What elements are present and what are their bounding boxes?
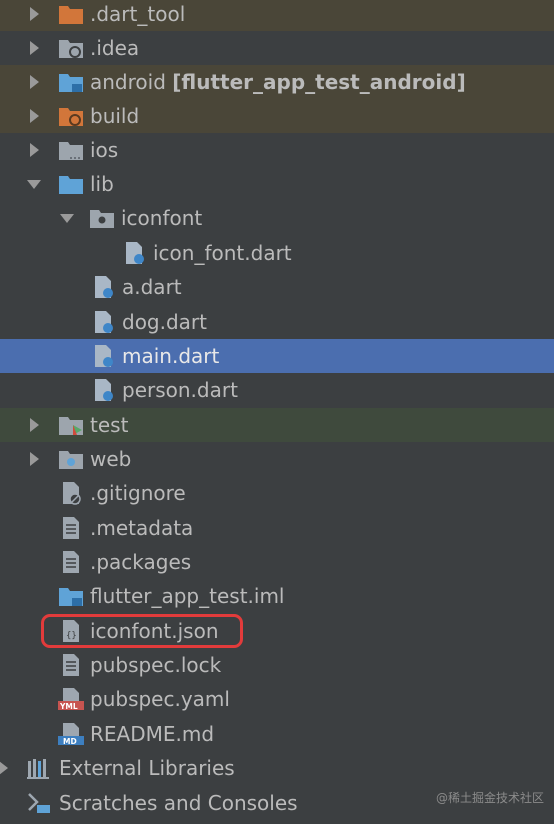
- tree-item-gitignore[interactable]: .gitignore: [0, 476, 554, 510]
- expand-arrow-icon[interactable]: [0, 759, 12, 777]
- expand-arrow-icon[interactable]: [25, 107, 43, 125]
- expand-arrow-icon[interactable]: [25, 5, 43, 23]
- tree-item-metadata[interactable]: .metadata: [0, 511, 554, 545]
- folder-module-icon: [58, 70, 84, 94]
- tree-item-label: .packages: [90, 550, 192, 574]
- expand-arrow-icon[interactable]: [25, 450, 43, 468]
- text-file-icon: [58, 516, 84, 540]
- tree-item-iconfont-folder[interactable]: iconfont: [0, 201, 554, 235]
- tree-item-test[interactable]: test: [0, 408, 554, 442]
- tree-item-lib[interactable]: lib: [0, 167, 554, 201]
- tree-item-label: lib: [90, 172, 114, 196]
- libraries-icon: [26, 756, 52, 780]
- package-folder-icon: [89, 206, 115, 230]
- tree-item-label: Scratches and Consoles: [59, 791, 298, 815]
- tree-item-idea[interactable]: .idea: [0, 31, 554, 65]
- text-file-icon: [58, 550, 84, 574]
- tree-item-a-dart[interactable]: a.dart: [0, 270, 554, 304]
- md-badge: MD: [63, 737, 77, 746]
- tree-item-main-dart[interactable]: main.dart: [0, 339, 554, 373]
- dart-file-icon: [90, 344, 116, 368]
- tree-item-label: External Libraries: [59, 756, 235, 780]
- tree-item-label: .gitignore: [90, 481, 186, 505]
- tree-item-label: pubspec.lock: [90, 653, 222, 677]
- folder-config-icon: [58, 36, 84, 60]
- folder-test-icon: [58, 413, 84, 437]
- tree-item-label: pubspec.yaml: [90, 687, 230, 711]
- collapse-arrow-icon[interactable]: [58, 209, 76, 227]
- tree-item-label: build: [90, 104, 140, 128]
- ignore-file-icon: [58, 481, 84, 505]
- yaml-file-icon: YML: [58, 687, 84, 711]
- tree-item-pubspec-lock[interactable]: pubspec.lock: [0, 648, 554, 682]
- dart-file-icon: [90, 378, 116, 402]
- tree-item-label: .dart_tool: [90, 2, 186, 26]
- tree-item-web[interactable]: web: [0, 442, 554, 476]
- module-file-icon: [58, 584, 84, 608]
- tree-item-label: test: [90, 413, 129, 437]
- tree-item-label: a.dart: [122, 275, 182, 299]
- tree-item-label: dog.dart: [122, 310, 207, 334]
- scratches-icon: [26, 791, 52, 815]
- text-file-icon: [58, 653, 84, 677]
- tree-item-iml[interactable]: flutter_app_test.iml: [0, 579, 554, 613]
- tree-item-person-dart[interactable]: person.dart: [0, 373, 554, 407]
- tree-item-label: .idea: [90, 36, 140, 60]
- tree-item-icon-font-dart[interactable]: icon_font.dart: [0, 236, 554, 270]
- expand-arrow-icon[interactable]: [25, 73, 43, 91]
- tree-item-label: .metadata: [90, 516, 194, 540]
- expand-arrow-icon[interactable]: [25, 416, 43, 434]
- tree-item-external-libraries[interactable]: External Libraries: [0, 751, 554, 785]
- tree-item-readme[interactable]: MD README.md: [0, 717, 554, 751]
- tree-item-pubspec-yaml[interactable]: YML pubspec.yaml: [0, 682, 554, 716]
- tree-item-label: person.dart: [122, 378, 238, 402]
- tree-item-label: main.dart: [122, 344, 220, 368]
- dart-file-icon: [90, 275, 116, 299]
- tree-item-packages[interactable]: .packages: [0, 545, 554, 579]
- collapse-arrow-icon[interactable]: [25, 175, 43, 193]
- tree-item-label: flutter_app_test.iml: [90, 584, 285, 608]
- tree-item-android[interactable]: android [flutter_app_test_android]: [0, 65, 554, 99]
- tree-item-label: web: [90, 447, 132, 471]
- expand-arrow-icon[interactable]: [25, 39, 43, 57]
- tree-item-label: icon_font.dart: [153, 241, 292, 265]
- tree-item-dog-dart[interactable]: dog.dart: [0, 305, 554, 339]
- dart-file-icon: [90, 310, 116, 334]
- folder-excluded-icon: [58, 104, 84, 128]
- dart-file-icon: [121, 241, 147, 265]
- highlight-box: [41, 614, 243, 648]
- tree-item-label: ios: [90, 138, 119, 162]
- markdown-file-icon: MD: [58, 722, 84, 746]
- tree-item-label: iconfont: [121, 206, 203, 230]
- tree-item-label: android: [90, 70, 166, 94]
- expand-arrow-icon[interactable]: [25, 141, 43, 159]
- tree-item-label: README.md: [90, 722, 215, 746]
- module-name: [flutter_app_test_android]: [172, 70, 466, 94]
- tree-item-dart-tool[interactable]: .dart_tool: [0, 0, 554, 31]
- yml-badge: YML: [59, 702, 78, 711]
- watermark: @稀土掘金技术社区: [435, 791, 544, 805]
- folder-orange-icon: [58, 2, 84, 26]
- folder-icon: [58, 138, 84, 162]
- folder-source-icon: [58, 172, 84, 196]
- folder-web-icon: [58, 447, 84, 471]
- tree-item-build[interactable]: build: [0, 99, 554, 133]
- tree-item-ios[interactable]: ios: [0, 133, 554, 167]
